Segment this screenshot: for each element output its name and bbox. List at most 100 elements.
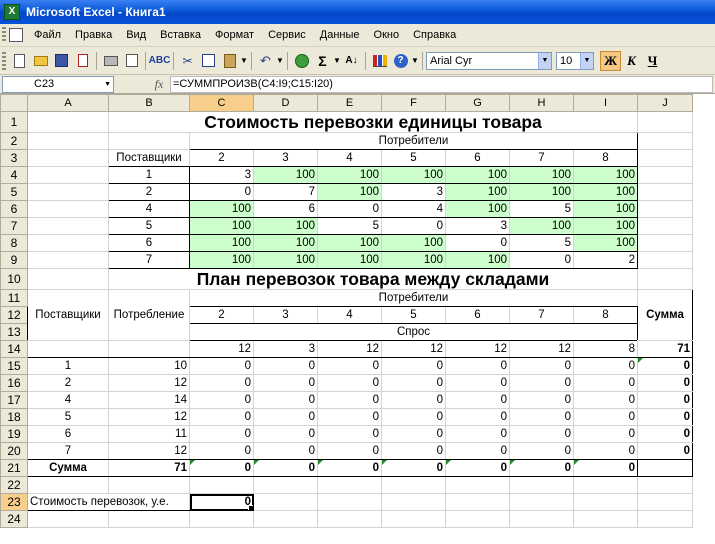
menu-file[interactable]: Файл — [27, 29, 68, 41]
table1-cost-cell[interactable]: 100 — [189, 200, 254, 218]
row-header[interactable]: 21 — [0, 459, 28, 477]
menu-help[interactable]: Справка — [406, 29, 463, 41]
table1-cost-cell[interactable]: 6 — [253, 200, 318, 218]
cell[interactable] — [381, 510, 446, 528]
table2-demand-cell[interactable]: 12 — [189, 340, 254, 358]
autosum-dropdown-icon[interactable]: ▼ — [333, 56, 341, 65]
row-header[interactable]: 8 — [0, 234, 28, 252]
table2-plan-cell[interactable]: 0 — [573, 374, 638, 392]
table2-consumer-id[interactable]: 2 — [189, 306, 254, 324]
table2-plan-cell[interactable]: 0 — [381, 391, 446, 409]
table2-supplier-id[interactable]: 4 — [27, 391, 109, 409]
table2-plan-cell[interactable]: 0 — [381, 442, 446, 460]
chevron-down-icon[interactable]: ▼ — [538, 52, 551, 69]
paste-dropdown-icon[interactable]: ▼ — [240, 56, 248, 65]
table2-plan-cell[interactable]: 0 — [445, 374, 510, 392]
cell[interactable] — [27, 234, 109, 252]
cell[interactable] — [509, 476, 574, 494]
table1-cost-cell[interactable]: 100 — [253, 234, 318, 252]
cell[interactable] — [27, 340, 109, 358]
table2-plan-cell[interactable]: 0 — [381, 425, 446, 443]
menu-window[interactable]: Окно — [367, 29, 407, 41]
cell[interactable] — [637, 217, 693, 235]
column-header-b[interactable]: B — [108, 94, 190, 112]
table2-plan-cell[interactable]: 0 — [253, 442, 318, 460]
cell[interactable] — [637, 234, 693, 252]
table2-row-sum[interactable]: 0 — [637, 425, 693, 443]
table1-cost-cell[interactable]: 100 — [189, 217, 254, 235]
row-header[interactable]: 22 — [0, 476, 28, 494]
table1-cost-cell[interactable]: 0 — [381, 217, 446, 235]
cell[interactable] — [637, 459, 693, 477]
table1-cost-cell[interactable]: 100 — [573, 217, 638, 235]
table2-plan-cell[interactable]: 0 — [381, 408, 446, 426]
cell[interactable] — [27, 476, 109, 494]
table2-plan-cell[interactable]: 0 — [509, 425, 574, 443]
table2-plan-cell[interactable]: 0 — [317, 425, 382, 443]
formula-input[interactable]: =СУММПРОИЗВ(C4:I9;C15:I20) — [170, 75, 713, 93]
cell[interactable] — [445, 493, 510, 511]
table2-plan-cell[interactable]: 0 — [317, 442, 382, 460]
cell[interactable] — [637, 111, 693, 133]
hyperlink-button[interactable] — [292, 52, 311, 70]
table1-cost-cell[interactable]: 0 — [509, 251, 574, 269]
column-header-j[interactable]: J — [637, 94, 693, 112]
save-button[interactable] — [52, 52, 71, 70]
cell[interactable] — [27, 149, 109, 167]
print-preview-button[interactable] — [122, 52, 141, 70]
chart-wizard-button[interactable] — [370, 52, 389, 70]
font-size-select[interactable]: 10 ▼ — [556, 51, 594, 70]
cell[interactable] — [189, 476, 254, 494]
table2-consumer-id[interactable]: 8 — [573, 306, 638, 324]
name-box[interactable]: C23 ▼ — [2, 75, 114, 93]
table1-cost-cell[interactable]: 100 — [317, 234, 382, 252]
cell[interactable] — [637, 268, 693, 290]
table1-cost-cell[interactable]: 100 — [445, 251, 510, 269]
table1-suppliers-header[interactable]: Поставщики — [108, 149, 190, 167]
font-name-select[interactable]: Arial Cyr ▼ — [426, 51, 552, 70]
cell[interactable] — [189, 510, 254, 528]
column-header-a[interactable]: A — [27, 94, 109, 112]
table1-cost-cell[interactable]: 3 — [189, 166, 254, 184]
cell[interactable] — [253, 493, 318, 511]
table2-plan-cell[interactable]: 0 — [189, 391, 254, 409]
column-header-c[interactable]: C — [189, 94, 254, 112]
undo-button[interactable]: ↶ — [256, 52, 275, 70]
table1-cost-cell[interactable]: 3 — [445, 217, 510, 235]
table1-consumer-id[interactable]: 5 — [381, 149, 446, 167]
table2-plan-cell[interactable]: 0 — [317, 391, 382, 409]
cell[interactable] — [27, 217, 109, 235]
cell[interactable] — [637, 166, 693, 184]
select-all-corner[interactable] — [0, 94, 28, 112]
paste-button[interactable] — [220, 52, 239, 70]
table1-cost-cell[interactable]: 100 — [573, 183, 638, 201]
table2-plan-cell[interactable]: 0 — [445, 425, 510, 443]
table2-consumption-cell[interactable]: 10 — [108, 357, 190, 375]
table1-consumer-id[interactable]: 8 — [573, 149, 638, 167]
cell[interactable] — [108, 132, 190, 150]
table2-plan-cell[interactable]: 0 — [317, 408, 382, 426]
table2-row-sum[interactable]: 0 — [637, 391, 693, 409]
table2-consumption-header[interactable]: Потребление — [108, 289, 190, 341]
table2-plan-cell[interactable]: 0 — [189, 408, 254, 426]
table2-plan-cell[interactable]: 0 — [573, 357, 638, 375]
table2-consumption-cell[interactable]: 12 — [108, 442, 190, 460]
table1-cost-cell[interactable]: 100 — [381, 234, 446, 252]
table2-row-sum[interactable]: 0 — [637, 374, 693, 392]
table2-column-total[interactable]: 0 — [573, 459, 638, 477]
cell[interactable] — [637, 510, 693, 528]
cell[interactable] — [317, 510, 382, 528]
cell[interactable] — [27, 111, 109, 133]
help-button[interactable]: ? — [391, 52, 410, 70]
table1-cost-cell[interactable]: 100 — [445, 183, 510, 201]
table1-cost-cell[interactable]: 100 — [253, 217, 318, 235]
table2-plan-cell[interactable]: 0 — [445, 391, 510, 409]
table2-suppliers-header[interactable]: Поставщики — [27, 289, 109, 341]
copy-button[interactable] — [199, 52, 218, 70]
table1-consumer-id[interactable]: 7 — [509, 149, 574, 167]
table2-supplier-id[interactable]: 7 — [27, 442, 109, 460]
table2-plan-cell[interactable]: 0 — [317, 357, 382, 375]
table2-supplier-id[interactable]: 6 — [27, 425, 109, 443]
cell[interactable] — [637, 132, 693, 150]
table1-cost-cell[interactable]: 100 — [253, 166, 318, 184]
